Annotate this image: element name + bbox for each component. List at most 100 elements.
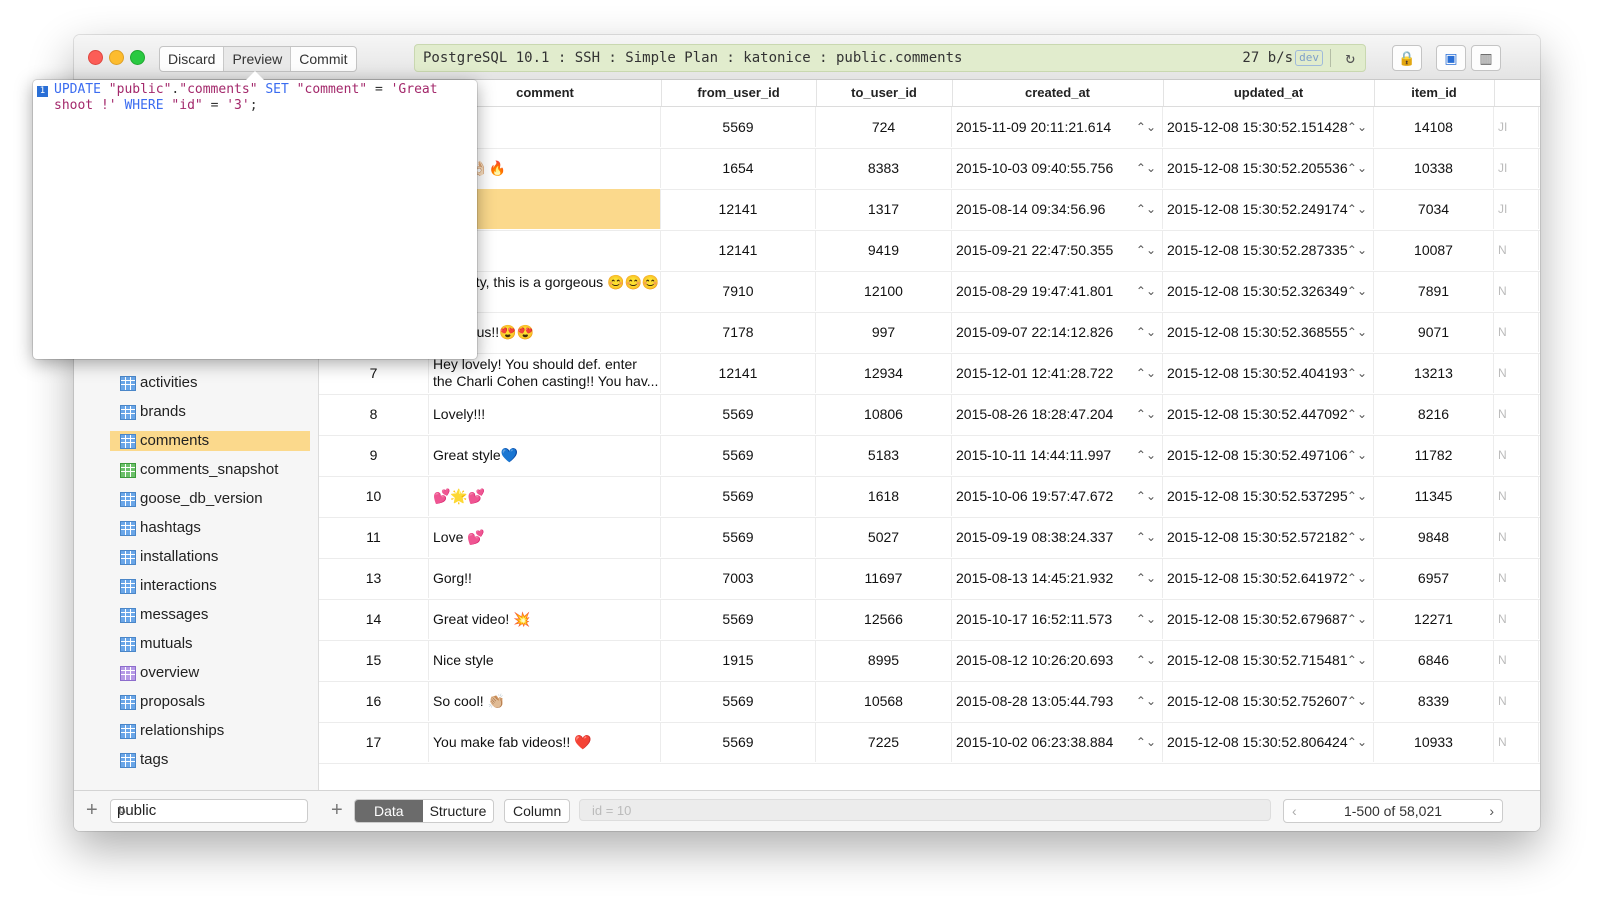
add-row-icon[interactable]: + (331, 799, 343, 822)
zoom-button[interactable] (130, 50, 145, 65)
cell-comment[interactable]: Love 💕 (429, 517, 661, 557)
cell-item-id[interactable]: 7891 (1374, 271, 1494, 311)
table-row[interactable]: so pretty, this is a gorgeous 😊😊😊😊791012… (319, 271, 1540, 313)
sidebar-item-installations[interactable]: installations (110, 547, 310, 567)
cell-comment[interactable]: Gorg!! (429, 558, 661, 598)
stepper-icon[interactable]: ⌃⌄ (1347, 160, 1367, 177)
cell-created-at[interactable]: 2015-10-17 16:52:11.573 ⌃⌄ (952, 599, 1163, 639)
stepper-icon[interactable]: ⌃⌄ (1136, 324, 1156, 341)
cell-item-id[interactable]: 8216 (1374, 394, 1494, 434)
cell-truncated[interactable]: N (1494, 435, 1539, 475)
stepper-icon[interactable]: ⌃⌄ (1347, 283, 1367, 300)
cell-comment[interactable]: Great video! 💥 (429, 599, 661, 639)
cell-truncated[interactable]: N (1494, 722, 1539, 762)
cell-item-id[interactable]: 14108 (1374, 107, 1494, 147)
cell-updated-at[interactable]: 2015-12-08 15:30:52.641972 ⌃⌄ (1163, 558, 1374, 598)
cell-to-user-id[interactable]: 1317 (816, 189, 952, 229)
filter-input[interactable]: id = 10 (579, 799, 1271, 821)
cell-comment[interactable]: Great style💙 (429, 435, 661, 475)
cell-to-user-id[interactable]: 1618 (816, 476, 952, 516)
cell-item-id[interactable]: 6957 (1374, 558, 1494, 598)
cell-updated-at[interactable]: 2015-12-08 15:30:52.404193 ⌃⌄ (1163, 353, 1374, 393)
stepper-icon[interactable]: ⌃⌄ (1136, 570, 1156, 587)
cell-item-id[interactable]: 10338 (1374, 148, 1494, 188)
cell-updated-at[interactable]: 2015-12-08 15:30:52.287335 ⌃⌄ (1163, 230, 1374, 270)
sql-preview-text[interactable]: UPDATE "public"."comments" SET "comment"… (54, 82, 472, 114)
cell-updated-at[interactable]: 2015-12-08 15:30:52.205536 ⌃⌄ (1163, 148, 1374, 188)
cell-to-user-id[interactable]: 8995 (816, 640, 952, 680)
cell-from-user-id[interactable]: 7910 (661, 271, 816, 311)
table-row[interactable]: 9 Great style💙 5569 5183 2015-10-11 14:44:11… (319, 435, 1540, 477)
stepper-icon[interactable]: ⌃⌄ (1347, 693, 1367, 710)
cell-truncated[interactable]: N (1494, 558, 1539, 598)
cell-item-id[interactable]: 10933 (1374, 722, 1494, 762)
preview-button[interactable]: Preview (224, 47, 292, 71)
next-page-icon[interactable]: › (1489, 800, 1494, 822)
cell-truncated[interactable]: N (1494, 394, 1539, 434)
cell-id[interactable]: 10 (319, 476, 429, 516)
cell-from-user-id[interactable]: 5569 (661, 107, 816, 147)
cell-to-user-id[interactable]: 10568 (816, 681, 952, 721)
sidebar-item-hashtags[interactable]: hashtags (110, 518, 310, 538)
table-row[interactable]: 14 Great video! 💥 5569 12566 2015-10-17 16:5… (319, 599, 1540, 641)
cell-to-user-id[interactable]: 12934 (816, 353, 952, 393)
cell-truncated[interactable]: N (1494, 353, 1539, 393)
cell-truncated[interactable]: N (1494, 640, 1539, 680)
right-panel-toggle-icon[interactable]: ▥ (1471, 45, 1501, 71)
left-panel-toggle-icon[interactable]: ▣ (1436, 45, 1466, 71)
stepper-icon[interactable]: ⌃⌄ (1136, 488, 1156, 505)
cell-created-at[interactable]: 2015-10-02 06:23:38.884 ⌃⌄ (952, 722, 1163, 762)
cell-item-id[interactable]: 11345 (1374, 476, 1494, 516)
cell-id[interactable]: 9 (319, 435, 429, 475)
column-button[interactable]: Column (504, 799, 571, 823)
cell-created-at[interactable]: 2015-08-13 14:45:21.932 ⌃⌄ (952, 558, 1163, 598)
stepper-icon[interactable]: ⌃⌄ (1347, 529, 1367, 546)
cell-id[interactable]: 17 (319, 722, 429, 762)
cell-created-at[interactable]: 2015-11-09 20:11:21.614 ⌃⌄ (952, 107, 1163, 147)
cell-created-at[interactable]: 2015-08-14 09:34:56.96 ⌃⌄ (952, 189, 1163, 229)
cell-truncated[interactable]: JI (1494, 107, 1539, 147)
stepper-icon[interactable]: ⌃⌄ (1136, 201, 1156, 218)
cell-to-user-id[interactable]: 12100 (816, 271, 952, 311)
cell-from-user-id[interactable]: 7178 (661, 312, 816, 352)
cell-to-user-id[interactable]: 10806 (816, 394, 952, 434)
stepper-icon[interactable]: ⌃⌄ (1136, 447, 1156, 464)
sidebar-item-comments[interactable]: comments (110, 431, 310, 451)
cell-item-id[interactable]: 10087 (1374, 230, 1494, 270)
stepper-icon[interactable]: ⌃⌄ (1136, 406, 1156, 423)
stepper-icon[interactable]: ⌃⌄ (1347, 488, 1367, 505)
cell-from-user-id[interactable]: 5569 (661, 517, 816, 557)
table-row[interactable]: 10 💕🌟💕 5569 1618 2015-10-06 19:57:47.672 ⌃⌄ 20… (319, 476, 1540, 518)
stepper-icon[interactable]: ⌃⌄ (1347, 570, 1367, 587)
cell-item-id[interactable]: 11782 (1374, 435, 1494, 475)
sidebar-item-tags[interactable]: tags (110, 750, 310, 770)
cell-updated-at[interactable]: 2015-12-08 15:30:52.537295 ⌃⌄ (1163, 476, 1374, 516)
cell-comment[interactable]: So cool! 👏🏼 (429, 681, 661, 721)
sidebar-item-mutuals[interactable]: mutuals (110, 634, 310, 654)
cell-item-id[interactable]: 12271 (1374, 599, 1494, 639)
cell-from-user-id[interactable]: 12141 (661, 189, 816, 229)
column-header-from-user-id[interactable]: from_user_id (661, 80, 817, 106)
stepper-icon[interactable]: ⌃⌄ (1136, 242, 1156, 259)
cell-from-user-id[interactable]: 5569 (661, 599, 816, 639)
stepper-icon[interactable]: ⌃⌄ (1136, 693, 1156, 710)
cell-from-user-id[interactable]: 1915 (661, 640, 816, 680)
table-row[interactable]: 7 Hey lovely! You should def. enter the C… (319, 353, 1540, 395)
stepper-icon[interactable]: ⌃⌄ (1136, 283, 1156, 300)
cell-from-user-id[interactable]: 1654 (661, 148, 816, 188)
stepper-icon[interactable]: ⌃⌄ (1136, 160, 1156, 177)
table-row[interactable]: ylish!1214194192015-09-21 22:47:50.355⌃⌄… (319, 230, 1540, 272)
cell-item-id[interactable]: 8339 (1374, 681, 1494, 721)
stepper-icon[interactable]: ⌃⌄ (1136, 365, 1156, 382)
cell-from-user-id[interactable]: 12141 (661, 230, 816, 270)
cell-created-at[interactable]: 2015-08-29 19:47:41.801 ⌃⌄ (952, 271, 1163, 311)
cell-truncated[interactable]: N (1494, 517, 1539, 557)
connection-bar[interactable]: PostgreSQL 10.1 : SSH : Simple Plan : ka… (414, 44, 1366, 72)
cell-truncated[interactable]: N (1494, 312, 1539, 352)
cell-to-user-id[interactable]: 12566 (816, 599, 952, 639)
stepper-icon[interactable]: ⌃⌄ (1347, 734, 1367, 751)
cell-truncated[interactable]: N (1494, 271, 1539, 311)
cell-created-at[interactable]: 2015-12-01 12:41:28.722 ⌃⌄ (952, 353, 1163, 393)
cell-from-user-id[interactable]: 5569 (661, 722, 816, 762)
cell-id[interactable]: 16 (319, 681, 429, 721)
